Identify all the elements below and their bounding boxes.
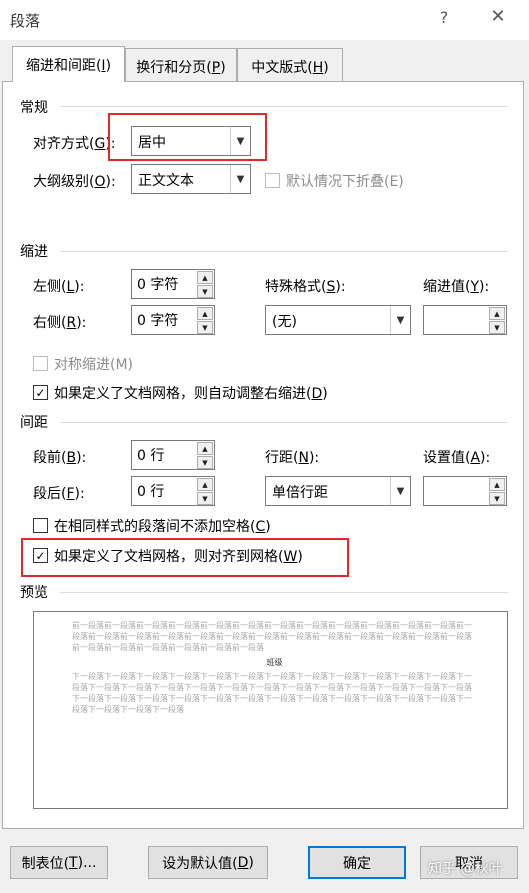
preview-pane: 前一段落前一段落前一段落前一段落前一段落前一段落前一段落前一段落前一段落前一段落… (33, 611, 508, 809)
special-format-select[interactable]: (无) ▼ (265, 305, 411, 335)
indent-by-spinner[interactable]: ▲ ▼ (423, 305, 507, 335)
outline-level-value: 正文文本 (138, 173, 194, 189)
chevron-down-icon: ▼ (230, 165, 250, 193)
indent-left-spinner[interactable]: 0 字符 ▲ ▼ (131, 269, 215, 299)
help-button[interactable]: ? (436, 8, 452, 27)
outline-level-label: 大纲级别(O): (33, 174, 116, 190)
spacing-after-spinner[interactable]: 0 行 ▲ ▼ (131, 476, 215, 506)
spacing-after-label: 段后(F): (33, 486, 85, 502)
outline-level-select[interactable]: 正文文本 ▼ (131, 164, 251, 194)
spacing-before-label: 段前(B): (33, 450, 87, 466)
spacing-before-value: 0 行 (137, 448, 165, 464)
spacing-at-label: 设置值(A): (423, 450, 491, 466)
spin-down-icon[interactable]: ▼ (197, 492, 213, 505)
close-button[interactable]: ✕ (488, 6, 508, 27)
spacing-after-value: 0 行 (137, 484, 165, 500)
spin-up-icon[interactable]: ▲ (489, 307, 505, 320)
spin-up-icon[interactable]: ▲ (197, 307, 213, 320)
alignment-label: 对齐方式(G): (33, 136, 116, 152)
indent-right-value: 0 字符 (137, 313, 179, 329)
indent-heading: 缩进 (20, 244, 48, 260)
chevron-down-icon: ▼ (390, 306, 410, 334)
spin-down-icon[interactable]: ▼ (197, 321, 213, 334)
highlight-box-snap-grid (21, 538, 349, 577)
window-title: 段落 (10, 12, 41, 30)
line-spacing-label: 行距(N): (265, 450, 320, 466)
no-space-label: 在相同样式的段落间不添加空格(C) (54, 519, 271, 535)
collapse-label: 默认情况下折叠(E) (286, 174, 404, 190)
set-as-default-button[interactable]: 设为默认值(D) (148, 846, 268, 879)
chevron-down-icon: ▼ (390, 477, 410, 505)
preview-heading: 预览 (20, 585, 48, 601)
spin-up-icon[interactable]: ▲ (197, 478, 213, 491)
special-format-value: (无) (272, 314, 297, 330)
spacing-heading: 间距 (20, 415, 48, 431)
indent-by-label: 缩进值(Y): (423, 279, 490, 295)
spin-down-icon[interactable]: ▼ (197, 285, 213, 298)
watermark: 知乎 @秋叶 (428, 861, 503, 877)
spin-up-icon[interactable]: ▲ (489, 478, 505, 491)
spin-up-icon[interactable]: ▲ (197, 271, 213, 284)
line-spacing-value: 单倍行距 (272, 485, 328, 501)
tab-asian-typography[interactable]: 中文版式(H) (237, 48, 343, 82)
special-format-label: 特殊格式(S): (265, 279, 346, 295)
spacing-before-spinner[interactable]: 0 行 ▲ ▼ (131, 440, 215, 470)
indent-divider (60, 251, 508, 252)
mirror-indents-checkbox[interactable] (33, 356, 48, 371)
spin-down-icon[interactable]: ▼ (489, 492, 505, 505)
preview-next-paragraph: 下一段落下一段落下一段落下一段落下一段落下一段落下一段落下一段落下一段落下一段落… (72, 672, 472, 714)
spin-up-icon[interactable]: ▲ (197, 442, 213, 455)
indent-right-spinner[interactable]: 0 字符 ▲ ▼ (131, 305, 215, 335)
tab-indents-spacing[interactable]: 缩进和间距(I) (12, 46, 125, 82)
preview-sample-text: 班级 (266, 658, 283, 667)
spin-down-icon[interactable]: ▼ (197, 456, 213, 469)
spacing-divider (60, 422, 508, 423)
ok-button[interactable]: 确定 (308, 846, 406, 879)
auto-adjust-label: 如果定义了文档网格，则自动调整右缩进(D) (54, 386, 328, 402)
no-space-checkbox[interactable] (33, 518, 48, 533)
general-heading: 常规 (20, 100, 48, 116)
preview-previous-paragraph: 前一段落前一段落前一段落前一段落前一段落前一段落前一段落前一段落前一段落前一段落… (72, 621, 472, 652)
line-spacing-select[interactable]: 单倍行距 ▼ (265, 476, 411, 506)
auto-adjust-checkbox[interactable]: ✓ (33, 385, 48, 400)
collapse-checkbox[interactable] (265, 173, 280, 188)
indent-left-value: 0 字符 (137, 277, 179, 293)
spin-down-icon[interactable]: ▼ (489, 321, 505, 334)
highlight-box-alignment (108, 113, 267, 161)
preview-divider (60, 592, 508, 593)
tab-line-page-breaks[interactable]: 换行和分页(P) (125, 48, 237, 82)
general-divider (60, 106, 508, 107)
tabs-button[interactable]: 制表位(T)... (10, 846, 108, 879)
checkmark-icon: ✓ (35, 385, 46, 400)
indent-right-label: 右侧(R): (33, 315, 87, 331)
mirror-indents-label: 对称缩进(M) (54, 357, 134, 373)
spacing-at-spinner[interactable]: ▲ ▼ (423, 476, 507, 506)
indent-left-label: 左侧(L): (33, 279, 85, 295)
